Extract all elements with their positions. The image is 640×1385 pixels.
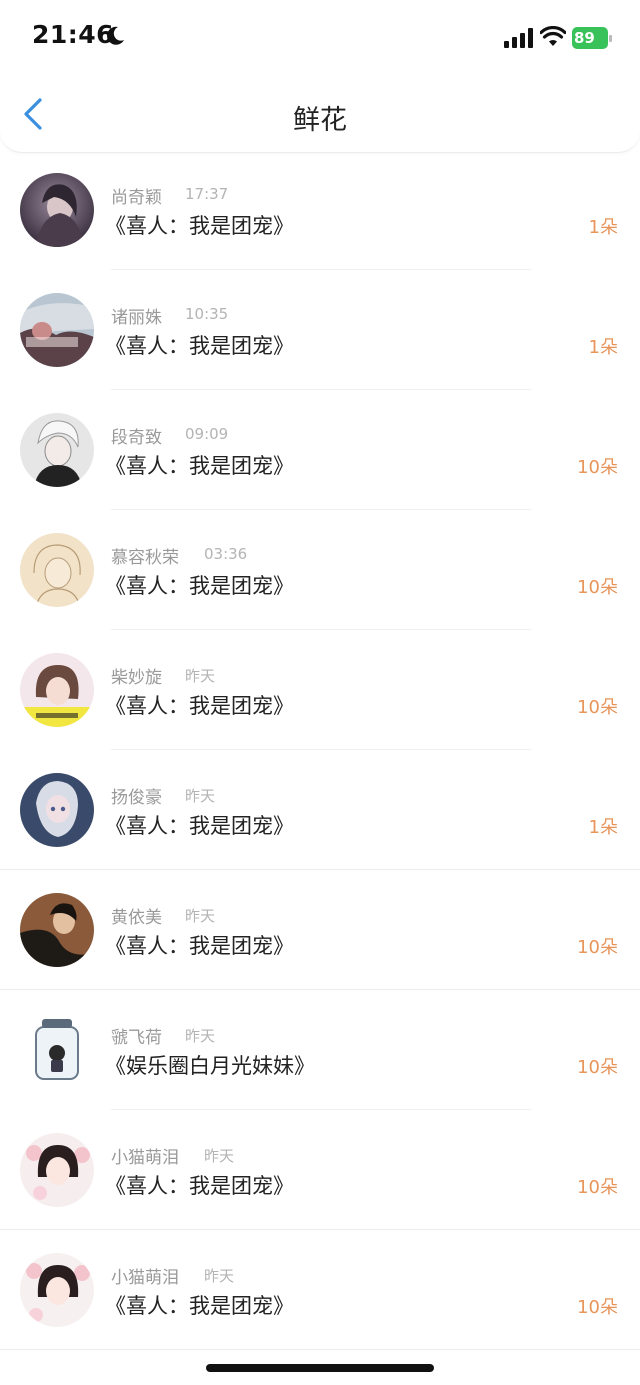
sender-name: 段奇致: [111, 428, 162, 448]
sender-name: 小猫萌泪: [111, 1268, 179, 1288]
flower-count: 1朵: [588, 217, 618, 238]
book-title[interactable]: 《喜人：我是团宠》: [105, 1290, 294, 1320]
sender-time: 09:09: [185, 425, 229, 443]
avatar[interactable]: [20, 773, 94, 847]
flower-count: 10朵: [577, 577, 618, 598]
divider: [0, 1349, 640, 1350]
avatar[interactable]: [20, 1133, 94, 1207]
avatar[interactable]: [20, 413, 94, 487]
flower-count: 10朵: [577, 1177, 618, 1198]
book-title[interactable]: 《喜人：我是团宠》: [105, 210, 294, 240]
nav-bar: 鲜花: [0, 76, 640, 153]
avatar[interactable]: [20, 293, 94, 367]
avatar[interactable]: [20, 1013, 94, 1087]
wifi-icon: [540, 26, 566, 46]
list-item[interactable]: 慕容秋荣 03:36 《喜人：我是团宠》 10朵: [0, 510, 640, 630]
list-item[interactable]: 段奇致 09:09 《喜人：我是团宠》 10朵: [0, 390, 640, 510]
status-bar: 21:46 89: [0, 0, 640, 76]
battery-indicator: 89: [572, 27, 612, 49]
book-title[interactable]: 《喜人：我是团宠》: [105, 570, 294, 600]
sender-time: 昨天: [185, 1027, 216, 1045]
sender-time: 10:35: [185, 305, 229, 323]
sender-name: 柴妙旋: [111, 668, 162, 688]
list-item[interactable]: 黄依美 昨天 《喜人：我是团宠》 10朵: [0, 870, 640, 990]
book-title[interactable]: 《喜人：我是团宠》: [105, 1170, 294, 1200]
list-item[interactable]: 虢飞荷 昨天 《娱乐圈白月光妹妹》 10朵: [0, 990, 640, 1110]
sender-name: 慕容秋荣: [111, 548, 179, 568]
flower-count: 1朵: [588, 337, 618, 358]
moon-icon: [107, 26, 124, 45]
book-title[interactable]: 《喜人：我是团宠》: [105, 810, 294, 840]
home-indicator[interactable]: [206, 1364, 434, 1372]
sender-time: 17:37: [185, 185, 229, 203]
list-item[interactable]: 尚奇颖 17:37 《喜人：我是团宠》 1朵: [0, 150, 640, 270]
sender-name: 小猫萌泪: [111, 1148, 179, 1168]
book-title[interactable]: 《喜人：我是团宠》: [105, 330, 294, 360]
flower-list: 尚奇颖 17:37 《喜人：我是团宠》 1朵 诸丽姝 10:35 《喜人：我是团…: [0, 150, 640, 1350]
avatar[interactable]: [20, 653, 94, 727]
flower-count: 10朵: [577, 457, 618, 478]
flower-count: 10朵: [577, 1297, 618, 1318]
cellular-signal-icon: [504, 28, 533, 48]
avatar[interactable]: [20, 533, 94, 607]
sender-name: 扬俊豪: [111, 788, 162, 808]
list-item[interactable]: 柴妙旋 昨天 《喜人：我是团宠》 10朵: [0, 630, 640, 750]
status-time: 21:46: [32, 20, 115, 49]
book-title[interactable]: 《喜人：我是团宠》: [105, 690, 294, 720]
avatar[interactable]: [20, 173, 94, 247]
book-title[interactable]: 《娱乐圈白月光妹妹》: [105, 1050, 315, 1080]
flower-count: 10朵: [577, 1057, 618, 1078]
sender-time: 昨天: [204, 1147, 235, 1165]
sender-name: 黄依美: [111, 908, 162, 928]
sender-name: 尚奇颖: [111, 188, 162, 208]
sender-time: 昨天: [204, 1267, 235, 1285]
sender-time: 昨天: [185, 787, 216, 805]
flower-count: 10朵: [577, 937, 618, 958]
avatar[interactable]: [20, 893, 94, 967]
book-title[interactable]: 《喜人：我是团宠》: [105, 450, 294, 480]
book-title[interactable]: 《喜人：我是团宠》: [105, 930, 294, 960]
sender-time: 03:36: [204, 545, 248, 563]
list-item[interactable]: 诸丽姝 10:35 《喜人：我是团宠》 1朵: [0, 270, 640, 390]
flower-count: 10朵: [577, 697, 618, 718]
flower-count: 1朵: [588, 817, 618, 838]
list-item[interactable]: 小猫萌泪 昨天 《喜人：我是团宠》 10朵: [0, 1230, 640, 1350]
sender-name: 虢飞荷: [111, 1028, 162, 1048]
list-item[interactable]: 扬俊豪 昨天 《喜人：我是团宠》 1朵: [0, 750, 640, 870]
sender-time: 昨天: [185, 667, 216, 685]
list-item[interactable]: 小猫萌泪 昨天 《喜人：我是团宠》 10朵: [0, 1110, 640, 1230]
sender-time: 昨天: [185, 907, 216, 925]
battery-level: 89: [574, 29, 595, 47]
battery-cap: [609, 35, 612, 42]
page-title: 鲜花: [293, 105, 347, 136]
avatar[interactable]: [20, 1253, 94, 1327]
sender-name: 诸丽姝: [111, 308, 162, 328]
